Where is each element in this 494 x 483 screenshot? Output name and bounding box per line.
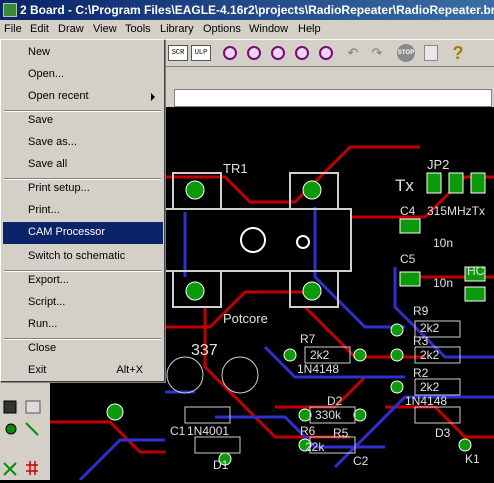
- label-d-1n4148: 1N4148: [297, 362, 339, 376]
- wire-tool-icon[interactable]: [25, 422, 39, 436]
- ratsnest-tool-icon[interactable]: [3, 462, 17, 476]
- label-d2: D2: [327, 394, 343, 408]
- window-title: 2 Board - C:\Program Files\EAGLE-4.16r2\…: [20, 3, 494, 17]
- go-button[interactable]: [421, 43, 441, 63]
- label-315mhztx: 315MHzTx: [427, 204, 485, 218]
- label-c5: C5: [400, 252, 416, 266]
- redo-button[interactable]: ↷: [367, 43, 387, 63]
- redraw-button[interactable]: [292, 43, 312, 63]
- menu-item-print-setup[interactable]: Print setup...: [3, 178, 163, 200]
- exit-shortcut: Alt+X: [116, 364, 143, 376]
- command-line-input[interactable]: [174, 89, 492, 107]
- label-tr1: TR1: [223, 161, 248, 176]
- label-r3: R3: [413, 334, 429, 348]
- menu-library[interactable]: Library: [160, 23, 194, 35]
- redo-icon: ↷: [371, 45, 383, 60]
- label-potcore: Potcore: [223, 311, 268, 326]
- menu-item-close[interactable]: Close: [3, 338, 163, 360]
- menu-item-script[interactable]: Script...: [3, 292, 163, 314]
- stop-icon: STOP: [397, 44, 415, 62]
- menu-item-open-recent[interactable]: Open recent: [3, 86, 163, 108]
- board-canvas-lower[interactable]: [50, 382, 165, 482]
- drc-tool-icon[interactable]: [26, 461, 38, 475]
- label-r7: R7: [300, 332, 316, 346]
- zoom-fit-button[interactable]: [220, 43, 240, 63]
- eagle-app-icon[interactable]: [3, 3, 17, 17]
- title-bar: 2 Board - C:\Program Files\EAGLE-4.16r2\…: [0, 0, 494, 20]
- label-337: 337: [191, 342, 218, 359]
- label-r7-value: 2k2: [310, 348, 330, 362]
- stop-button[interactable]: STOP: [396, 43, 416, 63]
- zoom-in-button[interactable]: [244, 43, 264, 63]
- via-tool-icon[interactable]: [25, 400, 41, 414]
- menu-item-save-all[interactable]: Save all: [3, 154, 163, 176]
- zoom-out-button[interactable]: [268, 43, 288, 63]
- menu-help[interactable]: Help: [298, 23, 321, 35]
- label-k1: K1: [465, 452, 480, 466]
- label-r3-value: 2k2: [420, 348, 440, 362]
- ulp-button[interactable]: ULP: [191, 43, 211, 63]
- zoom-select-icon: [319, 46, 333, 60]
- label-r6: R6: [300, 424, 316, 438]
- menu-item-new[interactable]: New: [3, 42, 163, 64]
- help-icon: ?: [452, 42, 464, 63]
- label-r6-value: 22k: [305, 440, 325, 454]
- label-r-330k: 330k: [315, 408, 342, 422]
- submenu-arrow-icon: [151, 93, 155, 101]
- label-c4-value: 10n: [433, 236, 453, 250]
- menu-edit[interactable]: Edit: [30, 23, 49, 35]
- menu-item-print[interactable]: Print...: [3, 200, 163, 222]
- label-d3: D3: [435, 426, 451, 440]
- zoom-in-icon: [247, 46, 261, 60]
- redraw-icon: [295, 46, 309, 60]
- label-c1: C1: [170, 424, 186, 438]
- menu-view[interactable]: View: [93, 23, 117, 35]
- label-hc: HC: [467, 264, 485, 278]
- menu-bar: File Edit Draw View Tools Library Option…: [0, 20, 494, 39]
- go-icon: [424, 45, 438, 61]
- menu-file[interactable]: File: [4, 23, 22, 35]
- menu-item-save-as[interactable]: Save as...: [3, 132, 163, 154]
- label-d1: D1: [213, 458, 229, 472]
- label-c2: C2: [353, 454, 369, 468]
- menu-item-save[interactable]: Save: [3, 110, 163, 132]
- menu-item-switch-to-schematic[interactable]: Switch to schematic: [3, 246, 163, 268]
- script-icon: SCR: [168, 45, 188, 61]
- zoom-select-button[interactable]: [316, 43, 336, 63]
- label-r2-value: 2k2: [420, 380, 440, 394]
- menu-window[interactable]: Window: [249, 23, 288, 35]
- label-jp2: JP2: [427, 157, 449, 172]
- component-labels: TR1 Potcore 337 JP2 Tx C4 315MHzTx 10n C…: [170, 157, 485, 472]
- board-canvas[interactable]: TR1 Potcore 337 JP2 Tx C4 315MHzTx 10n C…: [165, 107, 494, 480]
- menu-draw[interactable]: Draw: [58, 23, 84, 35]
- zoom-out-icon: [271, 46, 285, 60]
- label-r9-value: 2k2: [420, 321, 440, 335]
- label-r2: R2: [413, 366, 429, 380]
- board-drawing-lower: [50, 403, 165, 482]
- label-r5: R5: [333, 426, 349, 440]
- ulp-icon: ULP: [191, 45, 211, 61]
- undo-icon: ↶: [347, 45, 359, 60]
- label-c4: C4: [400, 204, 416, 218]
- menu-item-run[interactable]: Run...: [3, 314, 163, 336]
- label-1n4001: 1N4001: [187, 424, 229, 438]
- label-c5-value: 10n: [433, 276, 453, 290]
- menu-item-exit[interactable]: Exit Alt+X: [3, 360, 163, 382]
- polygon-tool-icon[interactable]: [3, 400, 17, 414]
- undo-button[interactable]: ↶: [343, 43, 363, 63]
- file-menu: New Open... Open recent Save Save as... …: [0, 39, 165, 382]
- zoom-fit-icon: [223, 46, 237, 60]
- label-r9: R9: [413, 304, 429, 318]
- help-button[interactable]: ?: [448, 43, 468, 63]
- menu-tools[interactable]: Tools: [125, 23, 151, 35]
- menu-item-cam-processor[interactable]: CAM Processor: [3, 222, 163, 244]
- board-drawing: TR1 Potcore 337 JP2 Tx C4 315MHzTx 10n C…: [165, 145, 494, 472]
- label-tx: Tx: [395, 176, 414, 195]
- circle-tool-icon[interactable]: [5, 423, 17, 435]
- script-button[interactable]: SCR: [168, 43, 188, 63]
- menu-item-open[interactable]: Open...: [3, 64, 163, 86]
- menu-item-export[interactable]: Export...: [3, 270, 163, 292]
- label-d3-1n4148: 1N4148: [405, 394, 447, 408]
- menu-options[interactable]: Options: [203, 23, 241, 35]
